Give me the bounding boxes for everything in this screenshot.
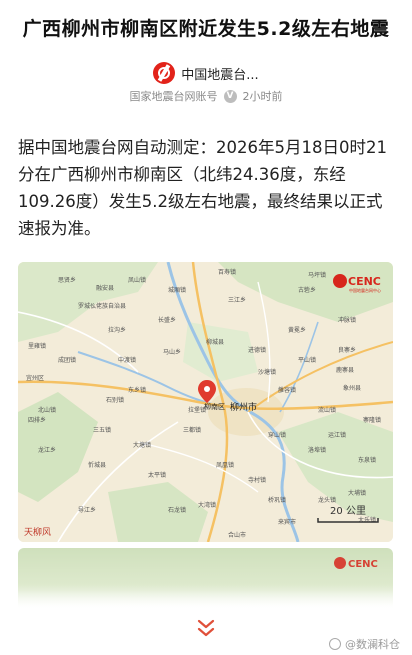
map-place-label: 里雍镇	[28, 342, 46, 350]
map-place-label: 融安县	[96, 284, 114, 292]
map-place-label: 宜州区	[26, 374, 44, 382]
meta-row: 国家地震台网账号 V 2小时前	[0, 88, 412, 104]
map-place-label: 成团镇	[58, 356, 76, 364]
map-place-label: 思贤乡	[58, 276, 76, 284]
map-place-label: 拉沟乡	[108, 326, 126, 334]
map-place-label: 大塘镇	[133, 441, 151, 449]
article-headline: 广西柳州市柳南区附近发生5.2级左右地震	[22, 18, 390, 40]
source-name[interactable]: 中国地震台...	[181, 64, 258, 83]
svg-text:20 公里: 20 公里	[330, 505, 366, 517]
map-place-label: 三都镇	[183, 426, 201, 434]
source-account: 国家地震台网账号	[129, 90, 218, 103]
article-body: 据中国地震台网自动测定：2026年5月18日0时21分在广西柳州市柳南区（北纬2…	[18, 138, 387, 238]
map-place-label: 凤凰镇	[216, 461, 234, 469]
map-place-label: 三五镇	[93, 426, 111, 434]
map-place-label: 良寨乡	[338, 346, 356, 354]
map-place-label: 大埔镇	[348, 489, 366, 497]
map-place-label: 长盛乡	[158, 316, 176, 324]
map-place-label: 龙江乡	[38, 446, 56, 454]
map-place-label: 东泉镇	[358, 456, 376, 464]
svg-text:CENC: CENC	[348, 275, 381, 288]
map-place-label: 冲脉镇	[338, 316, 356, 324]
map-place-label: 城厢镇	[168, 286, 186, 294]
map-place-label: 百寿镇	[218, 268, 236, 276]
watermark: @数澜科仓	[329, 636, 400, 652]
map-place-label: 四排乡	[28, 416, 46, 424]
map-place-label: 桥巩镇	[268, 496, 286, 504]
map-place-label: 导江乡	[78, 507, 96, 514]
map-place-label: 大乐镇	[358, 516, 376, 524]
map-place-label: 马坪镇	[308, 271, 326, 279]
svg-text:中国地震台网中心: 中国地震台网中心	[349, 287, 381, 293]
cenc-logo-icon[interactable]	[153, 62, 176, 84]
map-place-label: 拉堡镇	[188, 406, 206, 414]
map-place-label: 洛埠镇	[308, 446, 326, 454]
map-place-label: 古砦乡	[298, 286, 316, 294]
map-place-label: 穿山镇	[268, 431, 286, 439]
map-place-label: 北山镇	[38, 406, 56, 414]
map-place-label: 来宾市	[278, 518, 296, 526]
map-place-label: 柳城县	[206, 338, 224, 346]
watermark-icon	[329, 638, 341, 650]
map-place-label: 中渡镇	[118, 356, 136, 364]
map-place-label: 三江乡	[228, 297, 246, 304]
watermark-text: @数澜科仓	[345, 638, 400, 651]
map-place-label: 忻城县	[88, 461, 106, 469]
svg-text:天柳风: 天柳风	[24, 526, 51, 538]
map-place-label: 进德镇	[248, 346, 266, 354]
map-place-label: 寺村镇	[248, 476, 266, 484]
map-place-label: 罗城仫佬族自治县	[78, 302, 126, 310]
map-place-label: 寨隆镇	[363, 416, 381, 424]
map-place-label: 龙头镇	[318, 496, 336, 504]
map-place-label: 石龙镇	[168, 506, 186, 514]
content-fade	[0, 590, 412, 618]
map-place-label: 石别镇	[106, 396, 124, 404]
map-place-label: 凤山镇	[128, 276, 146, 284]
map-place-label: 鹿寨县	[336, 366, 354, 374]
map-city-label: 柳州市	[230, 401, 257, 413]
map-place-label: 运江镇	[328, 431, 346, 439]
map-place-label: 大湾镇	[198, 501, 216, 509]
svg-text:CENC: CENC	[348, 559, 378, 570]
expand-chevron-icon[interactable]	[194, 618, 218, 640]
map-place-label: 沙塘镇	[258, 368, 276, 376]
map-place-label: 太平镇	[148, 471, 166, 479]
map-place-label: 东乡镇	[128, 386, 146, 394]
verified-badge-icon: V	[223, 89, 237, 103]
source-row[interactable]: 中国地震台...	[0, 62, 412, 84]
map-place-label: 流山镇	[318, 406, 336, 414]
map-place-label: 雒容镇	[278, 386, 296, 394]
map-place-label: 马山乡	[163, 348, 181, 356]
map-city-label: 柳南区	[204, 402, 225, 411]
earthquake-map-image[interactable]: 柳州市 柳南区 罗城仫佬族自治县 融安县鹿寨县 柳城县宜州区忻城县合山市 来宾市 象州县大塘…	[18, 262, 393, 542]
map-place-label: 象州县	[343, 384, 361, 392]
map-place-label: 合山市	[228, 531, 246, 539]
map-place-label: 平山镇	[298, 356, 316, 364]
post-time: 2小时前	[242, 90, 283, 103]
map-place-label: 黄冕乡	[288, 326, 306, 334]
